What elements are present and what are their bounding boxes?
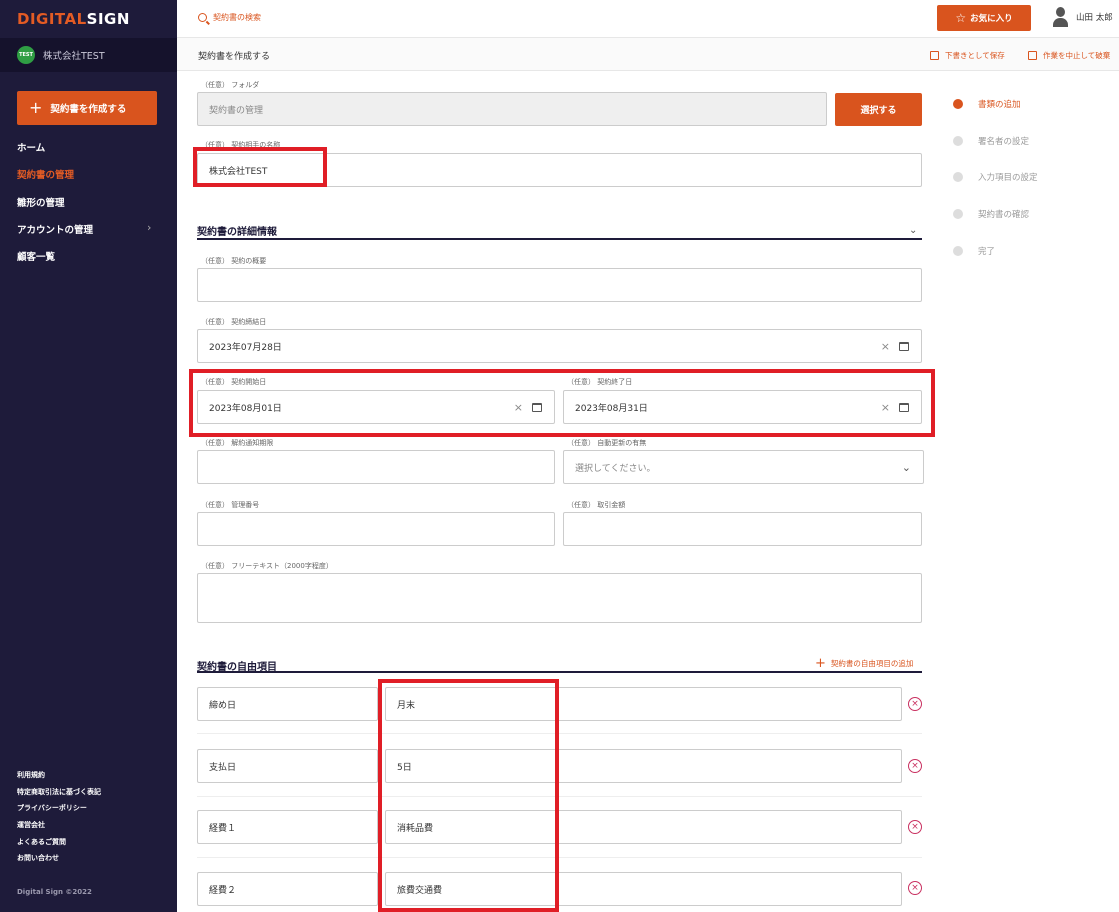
sidebar-item-home[interactable]: ホーム [17, 140, 45, 154]
step-label: 署名者の設定 [978, 137, 1030, 147]
sidebar-item-templates[interactable]: 雛形の管理 [17, 195, 65, 209]
search-label: 契約書の検索 [213, 13, 261, 22]
add-free-item-button[interactable]: + 契約書の自由項目の追加 [815, 657, 913, 670]
step-label: 契約書の確認 [978, 210, 1030, 220]
favorites-button[interactable]: ☆ お気に入り [937, 5, 1031, 31]
step-label: 書類の追加 [978, 100, 1021, 110]
free-item-key-input[interactable]: 経費２ [197, 872, 378, 906]
folder-field: 契約書の管理 [197, 92, 827, 126]
annotation-box-counterparty [193, 147, 327, 187]
signing-date-label: （任意） 契約締結日 [201, 318, 267, 326]
company-name: 株式会社TEST [43, 51, 105, 62]
trash-icon [1028, 51, 1037, 60]
create-contract-button[interactable]: + 契約書を作成する [17, 91, 157, 125]
summary-label: （任意） 契約の概要 [201, 257, 267, 265]
step-dot [953, 136, 963, 146]
clear-icon[interactable]: × [881, 340, 890, 353]
footer-link-company[interactable]: 運営会社 [17, 820, 45, 830]
step-dot [953, 209, 963, 219]
logo-part-1: DIGITAL [17, 10, 87, 28]
calendar-icon[interactable] [899, 342, 909, 351]
search-icon [198, 13, 207, 22]
step-confirm: 契約書の確認 [953, 208, 1029, 220]
logo-part-2: SIGN [86, 10, 130, 28]
user-icon [1053, 7, 1068, 27]
plus-icon: + [815, 656, 826, 671]
details-section-divider [197, 238, 922, 240]
step-add-document: 書類の追加 [953, 98, 1021, 110]
notice-period-label: （任意） 解約通知期限 [201, 439, 274, 447]
footer-link-contact[interactable]: お問い合わせ [17, 853, 59, 863]
search-link[interactable]: 契約書の検索 [198, 12, 261, 23]
remove-circle-icon[interactable]: × [908, 759, 922, 773]
create-contract-label: 契約書を作成する [50, 104, 127, 115]
auto-renew-select[interactable]: 選択してください。 ⌄ [563, 450, 924, 484]
footer-link-privacy[interactable]: プライバシーポリシー [17, 803, 87, 813]
step-input-fields: 入力項目の設定 [953, 171, 1038, 183]
step-dot [953, 172, 963, 182]
amount-input[interactable] [563, 512, 922, 546]
chevron-down-icon[interactable]: ⌄ [909, 225, 917, 236]
footer-link-faq[interactable]: よくあるご質問 [17, 837, 66, 847]
favorites-label: お気に入り [970, 14, 1013, 24]
step-complete: 完了 [953, 245, 995, 257]
row-divider [197, 733, 922, 734]
notice-period-input[interactable] [197, 450, 555, 484]
step-signers: 署名者の設定 [953, 135, 1029, 147]
row-divider [197, 796, 922, 797]
step-dot [953, 99, 963, 109]
chevron-right-icon: › [147, 221, 152, 234]
add-free-item-label: 契約書の自由項目の追加 [830, 659, 914, 668]
annotation-box-contract-period [189, 369, 935, 437]
remove-circle-icon[interactable]: × [908, 881, 922, 895]
step-label: 入力項目の設定 [978, 173, 1038, 183]
sidebar: DIGITALSIGN TEST 株式会社TEST + 契約書を作成する ホーム… [0, 0, 177, 912]
footer-link-terms[interactable]: 利用規約 [17, 770, 45, 780]
sidebar-item-customers[interactable]: 顧客一覧 [17, 249, 55, 263]
save-draft-label: 下書きとして保存 [945, 51, 1005, 60]
sidebar-item-accounts[interactable]: アカウントの管理 [17, 222, 93, 236]
free-item-key-input[interactable]: 経費１ [197, 810, 378, 844]
free-item-key-input[interactable]: 締め日 [197, 687, 378, 721]
top-header: 契約書の検索 ☆ お気に入り 山田 太郎 [177, 0, 1119, 38]
signing-date-value: 2023年07月28日 [209, 342, 282, 353]
footer-link-commerce[interactable]: 特定商取引法に基づく表記 [17, 787, 101, 797]
company-switcher[interactable]: TEST 株式会社TEST [0, 38, 177, 72]
sub-header: 契約書を作成する 下書きとして保存 作業を中止して破棄 [177, 38, 1119, 71]
sidebar-item-contracts[interactable]: 契約書の管理 [17, 167, 74, 181]
logo[interactable]: DIGITALSIGN [17, 10, 130, 28]
save-draft-button[interactable]: 下書きとして保存 [930, 50, 1005, 61]
amount-label: （任意） 取引金額 [567, 501, 626, 509]
free-items-section-divider [197, 671, 922, 673]
signing-date-input[interactable]: 2023年07月28日 × [197, 329, 922, 363]
plus-icon: + [29, 98, 43, 117]
discard-label: 作業を中止して破棄 [1043, 51, 1111, 60]
step-label: 完了 [978, 247, 996, 257]
company-avatar: TEST [17, 46, 35, 64]
select-folder-button[interactable]: 選択する [835, 93, 922, 126]
star-icon: ☆ [955, 11, 967, 25]
chevron-down-icon: ⌄ [901, 460, 911, 474]
free-item-key-input[interactable]: 支払日 [197, 749, 378, 783]
copyright: Digital Sign ©2022 [17, 888, 92, 896]
user-name: 山田 太郎 [1076, 13, 1113, 23]
remove-circle-icon[interactable]: × [908, 820, 922, 834]
page-title: 契約書を作成する [198, 52, 271, 62]
folder-label: （任意） フォルダ [201, 81, 260, 89]
step-dot [953, 246, 963, 256]
auto-renew-placeholder: 選択してください。 [575, 463, 656, 474]
user-menu[interactable]: 山田 太郎 [1053, 7, 1113, 27]
annotation-box-free-item-values [378, 679, 559, 912]
details-section-title: 契約書の詳細情報 [197, 227, 277, 238]
auto-renew-label: （任意） 自動更新の有無 [567, 439, 647, 447]
management-no-input[interactable] [197, 512, 555, 546]
discard-button[interactable]: 作業を中止して破棄 [1028, 50, 1110, 61]
summary-input[interactable] [197, 268, 922, 302]
save-icon [930, 51, 939, 60]
management-no-label: （任意） 管理番号 [201, 501, 260, 509]
row-divider [197, 857, 922, 858]
free-text-label: （任意） フリーテキスト（2000字程度） [201, 562, 333, 570]
free-text-textarea[interactable] [197, 573, 922, 623]
remove-circle-icon[interactable]: × [908, 697, 922, 711]
